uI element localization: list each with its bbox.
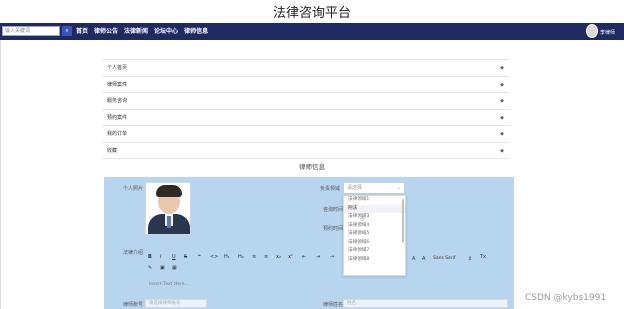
menu-item-label: 个人首页	[107, 65, 128, 71]
dropdown-option[interactable]: 法律领域5	[344, 230, 405, 239]
lawyer-name-input[interactable]: 姓名	[343, 299, 508, 308]
photo-tie	[167, 216, 171, 228]
nav-item-lawyer-info[interactable]: 律师信息	[184, 27, 208, 37]
underline-button[interactable]: U	[172, 254, 176, 260]
edit-icon[interactable]: ✎	[148, 265, 152, 271]
menu-item-label: 服务咨询	[107, 98, 128, 104]
lawyer-info-form: 个人照片 负责领域 请选择 ⌄ 咨询时间 预约时间 法律介绍 B I U S ❝…	[104, 177, 514, 309]
chevron-right-icon: ◆	[500, 65, 504, 71]
user-name[interactable]: 李律师	[600, 29, 615, 36]
indent-button[interactable]: ⇥	[316, 254, 320, 260]
chevron-right-icon: ◆	[500, 131, 504, 137]
quote-button[interactable]: ❝	[198, 254, 201, 260]
background-color-button[interactable]: A	[422, 256, 425, 262]
heading2-button[interactable]: H₂	[238, 254, 244, 260]
dropdown-option[interactable]: 法律领域3	[344, 213, 405, 222]
editor-toolbar: B I U S ❝ <> H₁ H₂ ≡ ≡ x₂ x² ⇤ ⇥ → ✎ ▣ ▦	[148, 251, 358, 275]
strike-button[interactable]: S	[184, 254, 187, 260]
menu-item-personal-home[interactable]: 个人首页 ◆	[102, 60, 510, 77]
main-nav: 首页 律师公告 法律新闻 论坛中心 律师信息	[76, 27, 208, 37]
chevron-right-icon: ◆	[500, 98, 504, 104]
account-label: 律师账号	[123, 302, 144, 308]
chevron-right-icon: ◆	[500, 147, 504, 154]
avatar[interactable]	[586, 24, 598, 38]
dropdown-option[interactable]: 法律领域6	[344, 239, 405, 248]
time-label-1: 咨询时间	[323, 207, 344, 213]
dropdown-option[interactable]: 法律领域8	[344, 256, 405, 265]
subscript-button[interactable]: x₂	[276, 254, 281, 260]
dropdown-scrollbar[interactable]	[402, 199, 404, 243]
photo-label: 个人照片	[123, 186, 144, 192]
account-input[interactable]: 请选择律师账号	[145, 299, 207, 308]
menu-item-orders[interactable]: 我的订单 ◆	[102, 126, 510, 143]
menu-item-lawyer-cases[interactable]: 律师案件 ◆	[102, 77, 510, 93]
watermark: CSDN @kybs1991	[525, 293, 607, 303]
menu-item-favorites[interactable]: 收藏 ◆	[102, 143, 510, 159]
chevron-down-icon: ⌄	[396, 185, 401, 191]
direction-button[interactable]: →	[330, 254, 334, 260]
search-icon[interactable]: ⌕	[62, 26, 72, 36]
bold-button[interactable]: B	[148, 254, 152, 260]
font-color-button[interactable]: A	[412, 256, 415, 262]
table-icon[interactable]: ▦	[172, 265, 177, 271]
nav-item-announcements[interactable]: 律师公告	[94, 27, 118, 37]
section-title: 律师信息	[299, 163, 325, 171]
chevron-right-icon: ◆	[500, 114, 504, 121]
lawyer-name-label: 律师姓名	[323, 302, 344, 308]
domain-select-value: 请选择	[347, 185, 363, 191]
heading1-button[interactable]: H₁	[224, 254, 230, 260]
sidebar-menu: 个人首页 ◆ 律师案件 ◆ 服务咨询 ◆ 预约案件 ◆ 我的订单 ◆ 收藏 ◆	[102, 59, 510, 159]
chevron-right-icon: ◆	[500, 81, 504, 88]
left-divider	[0, 40, 1, 309]
nav-item-home[interactable]: 首页	[76, 27, 88, 37]
domain-label: 负责领域	[320, 186, 341, 192]
image-icon[interactable]: ▣	[160, 265, 165, 271]
italic-button[interactable]: I	[160, 254, 161, 260]
dropdown-option[interactable]: 法律领域1	[344, 196, 405, 205]
top-navigation-bar: 输入关键词 ⌕ 首页 律师公告 法律新闻 论坛中心 律师信息 李律师	[0, 23, 624, 40]
lawyer-photo[interactable]	[145, 182, 191, 235]
menu-item-label: 收藏	[107, 147, 118, 154]
menu-item-appointments[interactable]: 预约案件 ◆	[102, 110, 510, 126]
outdent-button[interactable]: ⇤	[302, 254, 306, 260]
editor-placeholder[interactable]: Insert Text Here...	[149, 282, 189, 287]
menu-item-label: 预约案件	[107, 114, 128, 121]
domain-select[interactable]: 请选择 ⌄	[343, 182, 405, 194]
search-input[interactable]: 输入关键词	[2, 26, 60, 36]
bullet-list-button[interactable]: ≡	[264, 254, 268, 260]
menu-item-label: 律师案件	[107, 81, 128, 88]
dropdown-option[interactable]: 法律领域7	[344, 247, 405, 256]
font-family-select[interactable]: Sans Serif	[433, 256, 456, 261]
intro-label: 法律介绍	[123, 250, 144, 256]
menu-item-label: 我的订单	[107, 131, 128, 137]
superscript-button[interactable]: x²	[288, 254, 293, 260]
photo-hair	[156, 185, 182, 197]
nav-item-forum[interactable]: 论坛中心	[154, 27, 178, 37]
dropdown-option-hovered[interactable]: 刑法	[344, 204, 405, 213]
domain-dropdown-menu: 法律领域1 刑法 法律领域3 法律领域4 法律领域5 法律领域6 法律领域7 法…	[343, 195, 406, 276]
page-title: 法律咨询平台	[272, 6, 351, 21]
mouse-cursor-icon: ☝	[360, 215, 365, 223]
alignment-button[interactable]: ⇕	[468, 256, 472, 262]
nav-item-news[interactable]: 法律新闻	[124, 27, 148, 37]
ordered-list-button[interactable]: ≡	[252, 254, 256, 260]
dropdown-option[interactable]: 法律领域4	[344, 222, 405, 231]
code-button[interactable]: <>	[210, 254, 218, 260]
time-label-2: 预约时间	[323, 226, 344, 232]
clear-format-button[interactable]: Tx	[480, 254, 486, 260]
menu-item-consultation[interactable]: 服务咨询 ◆	[102, 93, 510, 110]
